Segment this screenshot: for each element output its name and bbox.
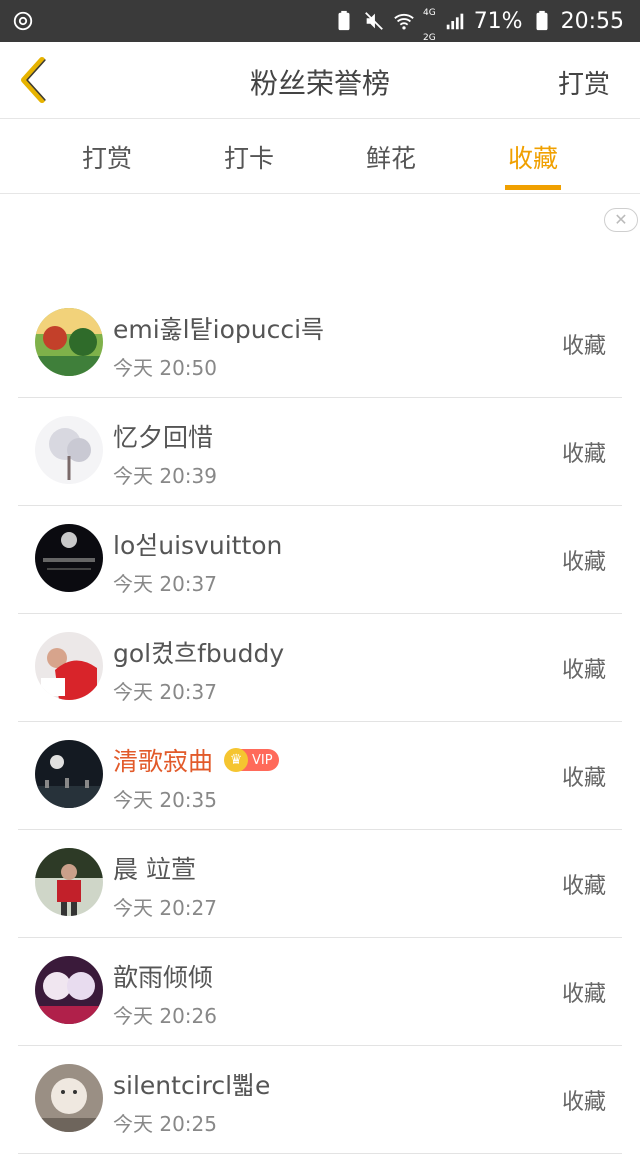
action-label[interactable]: 收藏	[562, 652, 606, 684]
tab-flowers[interactable]: 鲜花	[366, 139, 416, 175]
avatar[interactable]	[35, 848, 103, 916]
action-label[interactable]: 收藏	[562, 436, 606, 468]
action-label[interactable]: 收藏	[562, 1084, 606, 1116]
user-name: lo섣uisvuitton	[113, 531, 283, 560]
avatar[interactable]	[35, 956, 103, 1024]
avatar[interactable]	[35, 1064, 103, 1132]
reward-link[interactable]: 打赏	[558, 64, 610, 101]
clock: 20:55	[560, 8, 624, 34]
page-title: 粉丝荣誉榜	[249, 67, 390, 100]
user-name: 清歌寂曲 ♛ VIP	[113, 742, 279, 778]
active-tab-indicator	[505, 185, 561, 190]
action-label[interactable]: 收藏	[562, 328, 606, 360]
user-name: 忆夕回惜	[113, 423, 214, 452]
user-name: 歆雨倾倾	[113, 963, 214, 992]
tab-bar: 打赏 打卡 鲜花 收藏	[0, 119, 640, 194]
list-item[interactable]: 清歌寂曲 ♛ VIP 今天 20:35 收藏	[18, 722, 622, 830]
list-item[interactable]: 歆雨倾倾 今天 20:26 收藏	[18, 938, 622, 1046]
status-bar: 4G 2G 71% 20:55	[0, 0, 640, 43]
battery-percent: 71%	[473, 8, 523, 34]
timestamp: 今天 20:50	[113, 356, 217, 380]
network-type: 4G 2G	[423, 0, 436, 46]
user-name-text: 清歌寂曲	[113, 747, 214, 776]
header: 粉丝荣誉榜 打赏	[0, 42, 640, 119]
timestamp: 今天 20:35	[113, 788, 217, 812]
action-label[interactable]: 收藏	[562, 760, 606, 792]
user-name: 晨 竝萱	[113, 855, 196, 884]
action-label[interactable]: 收藏	[562, 544, 606, 576]
wifi-icon	[394, 13, 414, 30]
user-name: emi훓l탙iopucci륵	[113, 315, 325, 344]
ad-close-button[interactable]: ✕	[604, 208, 638, 232]
fan-list: emi훓l탙iopucci륵 今天 20:50 收藏 忆夕回惜 今天 20:39…	[0, 290, 640, 1154]
battery-icon	[536, 10, 548, 31]
avatar[interactable]	[35, 308, 103, 376]
crown-icon: ♛	[224, 748, 249, 772]
avatar[interactable]	[35, 416, 103, 484]
app-notification-icon	[13, 11, 33, 31]
mute-icon	[365, 12, 383, 30]
tab-checkin[interactable]: 打卡	[224, 139, 274, 175]
list-item[interactable]: 忆夕回惜 今天 20:39 收藏	[18, 398, 622, 506]
action-label[interactable]: 收藏	[562, 976, 606, 1008]
timestamp: 今天 20:37	[113, 572, 217, 596]
list-item[interactable]: 晨 竝萱 今天 20:27 收藏	[18, 830, 622, 938]
avatar[interactable]	[35, 632, 103, 700]
user-name: gol켰흐fbuddy	[113, 639, 285, 668]
timestamp: 今天 20:25	[113, 1112, 217, 1136]
timestamp: 今天 20:39	[113, 464, 217, 488]
tab-reward[interactable]: 打赏	[82, 139, 132, 175]
avatar[interactable]	[35, 740, 103, 808]
avatar[interactable]	[35, 524, 103, 592]
user-name: silentcircl뿳e	[113, 1071, 271, 1100]
list-item[interactable]: emi훓l탙iopucci륵 今天 20:50 收藏	[18, 290, 622, 398]
vip-badge: ♛ VIP	[224, 748, 279, 772]
timestamp: 今天 20:37	[113, 680, 217, 704]
timestamp: 今天 20:27	[113, 896, 217, 920]
vip-label: VIP	[252, 752, 273, 768]
list-item[interactable]: gol켰흐fbuddy 今天 20:37 收藏	[18, 614, 622, 722]
timestamp: 今天 20:26	[113, 1004, 217, 1028]
tab-favorites[interactable]: 收藏	[508, 139, 558, 175]
battery-saver-icon	[338, 10, 350, 31]
list-item[interactable]: lo섣uisvuitton 今天 20:37 收藏	[18, 506, 622, 614]
signal-icon	[446, 13, 463, 30]
action-label[interactable]: 收藏	[562, 868, 606, 900]
network-type-top: 4G	[422, 8, 436, 18]
